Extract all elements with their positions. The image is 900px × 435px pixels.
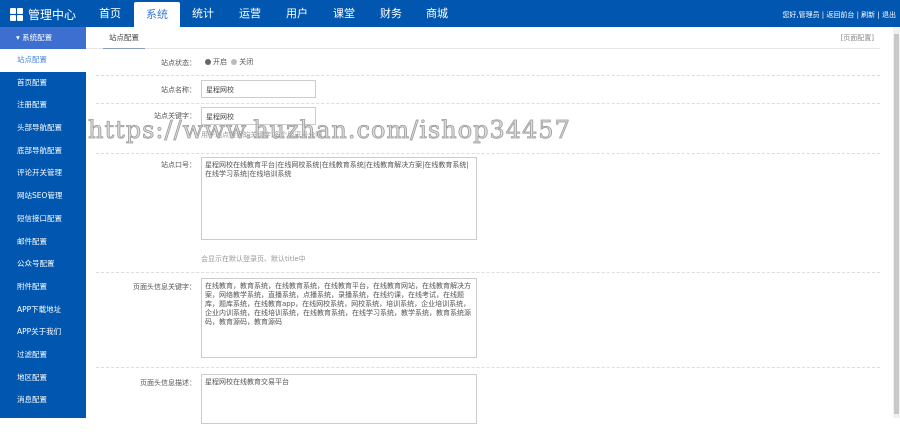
- tab-bar: 站点配置 [页面配置]: [86, 27, 880, 49]
- sidebar-section-label: 系统配置: [22, 33, 53, 42]
- meta-keywords-textarea[interactable]: 在线教育，教育系统，在线教育系统，在线教育平台，在线教育网站，在线教育解决方案，…: [201, 278, 477, 358]
- meta-description-textarea[interactable]: 星程网校在线教育交易平台: [201, 374, 477, 424]
- nav-finance[interactable]: 财务: [368, 0, 414, 27]
- keyword-label: 站点关键字：: [154, 112, 196, 120]
- meta-description-label: 页面头信息描述：: [140, 379, 196, 387]
- sidebar-item[interactable]: 过滤配置: [0, 344, 86, 367]
- top-header: 管理中心 首页 系统 统计 运营 用户 课堂 财务 商城 您好,管理员 | 返回…: [0, 0, 900, 27]
- divider: [96, 272, 880, 273]
- sidebar-item[interactable]: 公众号配置: [0, 253, 86, 276]
- sidebar-item[interactable]: APP关于我们: [0, 321, 86, 344]
- sidebar-item[interactable]: 注册配置: [0, 94, 86, 117]
- status-radios: 开启 关闭: [203, 57, 253, 67]
- keyword-hint: 用于站点搜索的关键字,多个用逗号分隔: [201, 131, 323, 139]
- meta-keywords-label: 页面头信息关键字：: [133, 283, 196, 291]
- sidebar-item[interactable]: 附件配置: [0, 276, 86, 299]
- divider: [96, 103, 880, 104]
- nav-home[interactable]: 首页: [87, 0, 133, 27]
- sidebar-item-site[interactable]: 站点配置: [0, 49, 86, 72]
- divider: [96, 367, 880, 368]
- page-config-link[interactable]: [页面配置]: [841, 33, 874, 43]
- user-links[interactable]: 您好,管理员 | 返回前台 | 刷新 | 退出: [782, 10, 896, 20]
- status-label: 站点状态：: [161, 59, 196, 67]
- logo[interactable]: 管理中心: [10, 6, 76, 23]
- grid-icon: [10, 8, 23, 21]
- sidebar-item[interactable]: 邮件配置: [0, 231, 86, 254]
- sidebar-item[interactable]: 地区配置: [0, 367, 86, 390]
- slogan-textarea[interactable]: 星程网校在线教育平台|在线网校系统|在线教育系统|在线教育解决方案|在线教育系统…: [201, 157, 477, 240]
- sidebar-item[interactable]: 缓存配置: [0, 412, 86, 435]
- logo-text: 管理中心: [28, 8, 77, 22]
- radio-on[interactable]: [205, 59, 211, 65]
- nav-mall[interactable]: 商城: [414, 0, 460, 27]
- radio-on-label: 开启: [213, 58, 227, 66]
- sidebar-item[interactable]: 头部导航配置: [0, 117, 86, 140]
- nav-system[interactable]: 系统: [134, 2, 180, 27]
- nav-users[interactable]: 用户: [274, 0, 320, 27]
- sidebar-item[interactable]: 首页配置: [0, 72, 86, 95]
- scrollbar-thumb[interactable]: [894, 34, 899, 414]
- tab-site-config[interactable]: 站点配置: [103, 27, 145, 49]
- sidebar-item[interactable]: 网站SEO管理: [0, 185, 86, 208]
- sidebar-item[interactable]: 消息配置: [0, 389, 86, 412]
- sidebar-section[interactable]: ▾ 系统配置: [0, 27, 86, 49]
- sidebar-item[interactable]: 底部导航配置: [0, 140, 86, 163]
- sidebar-item[interactable]: APP下载地址: [0, 299, 86, 322]
- sidebar-item[interactable]: 评论开关管理: [0, 162, 86, 185]
- nav-operations[interactable]: 运营: [227, 0, 273, 27]
- sidebar: ▾ 系统配置 站点配置 首页配置 注册配置 头部导航配置 底部导航配置 评论开关…: [0, 27, 86, 427]
- sidebar-item[interactable]: 短信接口配置: [0, 208, 86, 231]
- divider: [96, 75, 880, 76]
- name-label: 站点名称：: [161, 86, 196, 94]
- site-keyword-input[interactable]: 星程网校: [201, 107, 316, 125]
- site-name-input[interactable]: 星程网校: [201, 80, 316, 98]
- radio-off[interactable]: [231, 59, 238, 65]
- nav-classroom[interactable]: 课堂: [321, 0, 367, 27]
- slogan-note: 会显示在默认登录页、默认title中: [201, 255, 306, 263]
- nav-stats[interactable]: 统计: [180, 0, 226, 27]
- radio-off-label: 关闭: [239, 58, 254, 66]
- divider: [96, 153, 880, 154]
- slogan-label: 站点口号：: [161, 161, 196, 169]
